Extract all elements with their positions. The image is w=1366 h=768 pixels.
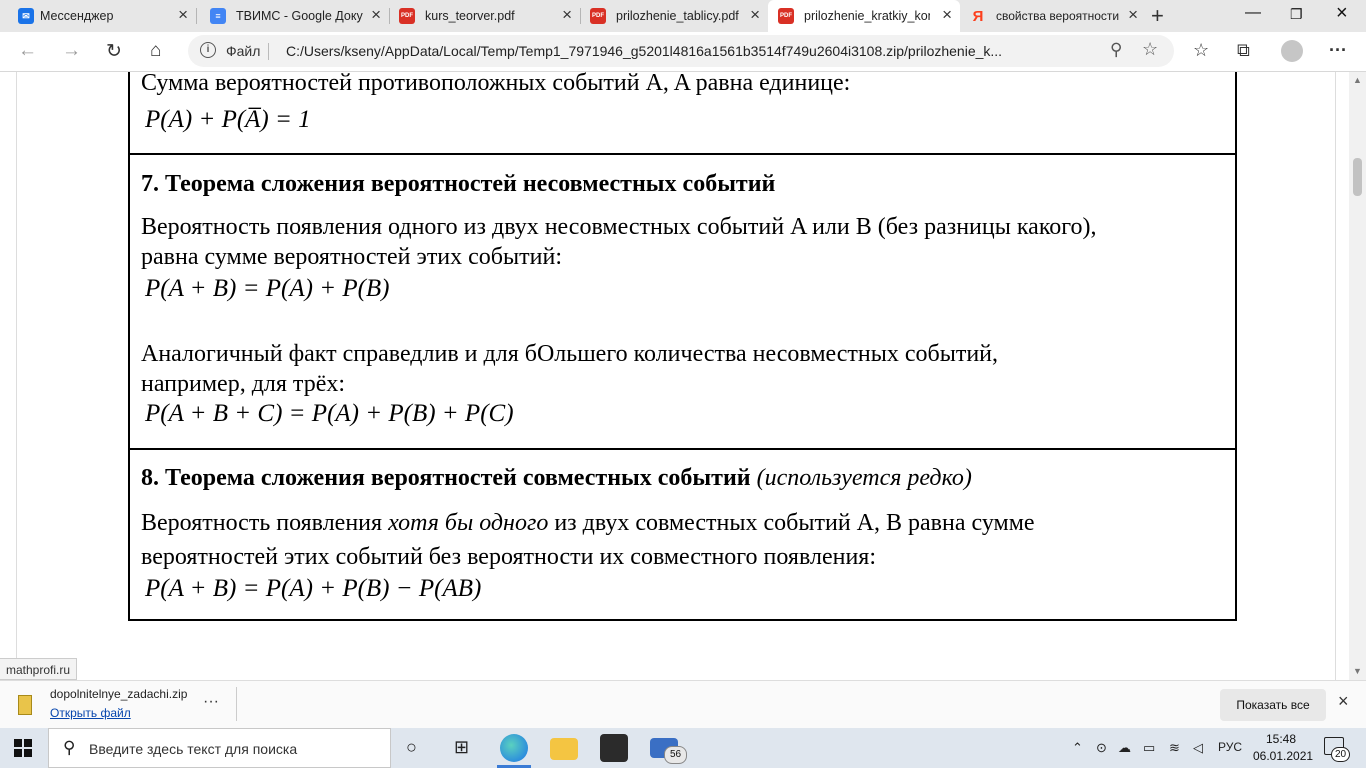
section8-formula: P(A + B) = P(A) + P(B) − P(AB) bbox=[145, 575, 482, 602]
taskbar: ⚲ Введите здесь текст для поиска ○ ⊞ 56 … bbox=[0, 728, 1366, 768]
tab-strip: ✉ Мессенджер × ≡ ТВИМС - Google Доку × P… bbox=[0, 0, 1366, 32]
show-all-button[interactable]: Показать все bbox=[1220, 689, 1326, 721]
file-explorer-icon[interactable] bbox=[550, 738, 578, 760]
section8-heading: 8. Теорема сложения вероятностей совмест… bbox=[141, 465, 751, 491]
close-tab-icon[interactable]: × bbox=[942, 6, 952, 24]
close-tab-icon[interactable]: × bbox=[562, 6, 572, 24]
section8-heading-row: 8. Теорема сложения вероятностей совмест… bbox=[141, 465, 972, 492]
pdf-icon: PDF bbox=[778, 8, 794, 24]
close-tab-icon[interactable]: × bbox=[1128, 6, 1138, 24]
status-url: mathprofi.ru bbox=[0, 658, 78, 680]
scroll-down-icon[interactable]: ▼ bbox=[1353, 666, 1362, 676]
section8-text-b: из двух совместных событий A, B равна су… bbox=[548, 510, 1035, 536]
wifi-icon[interactable]: ≋ bbox=[1169, 740, 1180, 756]
download-bar: dopolnitelnye_zadachi.zip Открыть файл ·… bbox=[0, 680, 1366, 729]
zoom-icon[interactable]: ⚲ bbox=[1110, 40, 1122, 60]
store-icon[interactable] bbox=[600, 734, 628, 762]
section8-paragraph-line1: Вероятность появления хотя бы одного из … bbox=[141, 510, 1035, 537]
tab-title: ТВИМС - Google Доку bbox=[236, 9, 363, 23]
tab-title: kurs_teorver.pdf bbox=[425, 9, 515, 23]
url-text[interactable]: C:/Users/ksenу/AppData/Local/Temp/Temp1_… bbox=[286, 43, 1002, 59]
close-window-icon[interactable]: × bbox=[1336, 2, 1348, 25]
language-indicator[interactable]: РУС bbox=[1218, 740, 1242, 754]
pdf-viewer: Сумма вероятностей противоположных событ… bbox=[0, 72, 1349, 680]
task-view-icon[interactable]: ⊞ bbox=[454, 737, 469, 758]
clock-time: 15:48 bbox=[1265, 732, 1297, 746]
onedrive-icon[interactable]: ☁ bbox=[1118, 740, 1131, 756]
section7-paragraph2-line2: например, для трёх: bbox=[141, 371, 346, 397]
tab-title: prilozhenie_kratkiy_kon bbox=[804, 9, 930, 23]
section8-note: (используется редко) bbox=[756, 465, 972, 491]
vertical-scrollbar[interactable]: ▲ ▼ bbox=[1349, 72, 1366, 680]
zip-file-icon bbox=[18, 695, 32, 715]
cortana-icon[interactable]: ○ bbox=[406, 737, 417, 758]
tab-prilozhenie-tablicy[interactable]: PDF prilozhenie_tablicy.pdf × bbox=[580, 0, 768, 32]
section7-paragraph2-line1: Аналогичный факт справедлив и для бОльше… bbox=[141, 341, 999, 367]
tab-title: prilozhenie_tablicy.pdf bbox=[616, 9, 739, 23]
close-tab-icon[interactable]: × bbox=[178, 6, 188, 24]
tab-title: свойства вероятности bbox=[996, 9, 1120, 23]
section7-paragraph-line2: равна сумме вероятностей этих событий: bbox=[141, 244, 562, 270]
taskbar-search[interactable]: ⚲ Введите здесь текст для поиска bbox=[48, 728, 391, 768]
clock-date: 06.01.2021 bbox=[1253, 749, 1314, 763]
collections-icon[interactable]: ⧉ bbox=[1237, 40, 1250, 61]
info-icon[interactable]: i bbox=[200, 42, 216, 58]
notifications-count: 20 bbox=[1331, 747, 1351, 762]
section8-emphasis: хотя бы одного bbox=[388, 510, 549, 536]
back-icon[interactable]: ← bbox=[18, 40, 37, 62]
search-icon: ⚲ bbox=[63, 738, 76, 757]
volume-icon[interactable]: ◁ bbox=[1193, 740, 1203, 756]
mail-badge: 56 bbox=[664, 746, 687, 764]
pdf-icon: PDF bbox=[590, 8, 606, 24]
close-tab-icon[interactable]: × bbox=[371, 6, 381, 24]
browser-toolbar: ← → ↻ ⌂ i Файл C:/Users/ksenу/AppData/Lo… bbox=[0, 32, 1366, 72]
tab-prilozhenie-kratkiy[interactable]: PDF prilozhenie_kratkiy_kon × bbox=[768, 0, 960, 32]
close-icon[interactable]: × bbox=[1338, 691, 1349, 712]
close-tab-icon[interactable]: × bbox=[750, 6, 760, 24]
intro-formula: P(A) + P(A̅) = 1 bbox=[145, 106, 311, 133]
docs-icon: ≡ bbox=[210, 8, 226, 24]
tab-google-docs[interactable]: ≡ ТВИМС - Google Доку × bbox=[196, 0, 389, 32]
address-bar[interactable]: i Файл C:/Users/ksenу/AppData/Local/Temp… bbox=[188, 35, 1174, 67]
tab-kurs-teorver[interactable]: PDF kurs_teorver.pdf × bbox=[389, 0, 580, 32]
section7-heading: 7. Теорема сложения вероятностей несовме… bbox=[141, 171, 776, 197]
clock[interactable]: 15:48 06.01.2021 bbox=[1253, 731, 1314, 765]
forward-icon[interactable]: → bbox=[62, 40, 81, 62]
battery-icon[interactable]: ▭ bbox=[1143, 740, 1155, 756]
restore-icon[interactable]: ❐ bbox=[1290, 6, 1303, 23]
section7-formula2: P(A + B + C) = P(A) + P(B) + P(C) bbox=[145, 400, 514, 427]
download-filename[interactable]: dopolnitelnye_zadachi.zip bbox=[50, 687, 187, 701]
home-icon[interactable]: ⌂ bbox=[150, 40, 161, 62]
intro-text: Сумма вероятностей противоположных событ… bbox=[141, 72, 851, 96]
open-file-link[interactable]: Открыть файл bbox=[50, 706, 131, 720]
minimize-icon[interactable]: — bbox=[1245, 4, 1261, 22]
chevron-up-icon[interactable]: ⌃ bbox=[1072, 740, 1083, 756]
messenger-icon: ✉ bbox=[18, 8, 34, 24]
pdf-icon: PDF bbox=[399, 8, 415, 24]
section7-paragraph-line1: Вероятность появления одного из двух нес… bbox=[141, 214, 1097, 240]
download-more-button[interactable]: ··· bbox=[203, 693, 219, 711]
profile-avatar[interactable] bbox=[1281, 40, 1303, 62]
tab-title: Мессенджер bbox=[40, 9, 114, 23]
refresh-icon[interactable]: ↻ bbox=[106, 40, 122, 63]
network-tray-icon[interactable]: ⊙ bbox=[1096, 740, 1107, 756]
section7-formula1: P(A + B) = P(A) + P(B) bbox=[145, 275, 390, 302]
search-placeholder[interactable]: Введите здесь текст для поиска bbox=[89, 741, 297, 757]
settings-more-icon[interactable]: ··· bbox=[1329, 40, 1347, 61]
new-tab-icon[interactable]: + bbox=[1151, 3, 1164, 29]
windows-start-icon[interactable] bbox=[14, 739, 32, 757]
favorite-star-icon[interactable]: ☆ bbox=[1142, 39, 1158, 60]
yandex-icon: Я bbox=[972, 7, 984, 25]
section8-paragraph-line2: вероятностей этих событий без вероятност… bbox=[141, 544, 876, 570]
file-label: Файл bbox=[226, 43, 261, 59]
tab-yandex-search[interactable]: Я свойства вероятности × bbox=[960, 0, 1146, 32]
edge-icon[interactable] bbox=[500, 734, 528, 762]
section8-text-a: Вероятность появления bbox=[141, 510, 389, 536]
favorites-icon[interactable]: ☆ bbox=[1193, 40, 1209, 61]
scroll-up-icon[interactable]: ▲ bbox=[1353, 75, 1362, 85]
scroll-thumb[interactable] bbox=[1353, 158, 1362, 196]
tab-messenger[interactable]: ✉ Мессенджер × bbox=[0, 0, 196, 32]
